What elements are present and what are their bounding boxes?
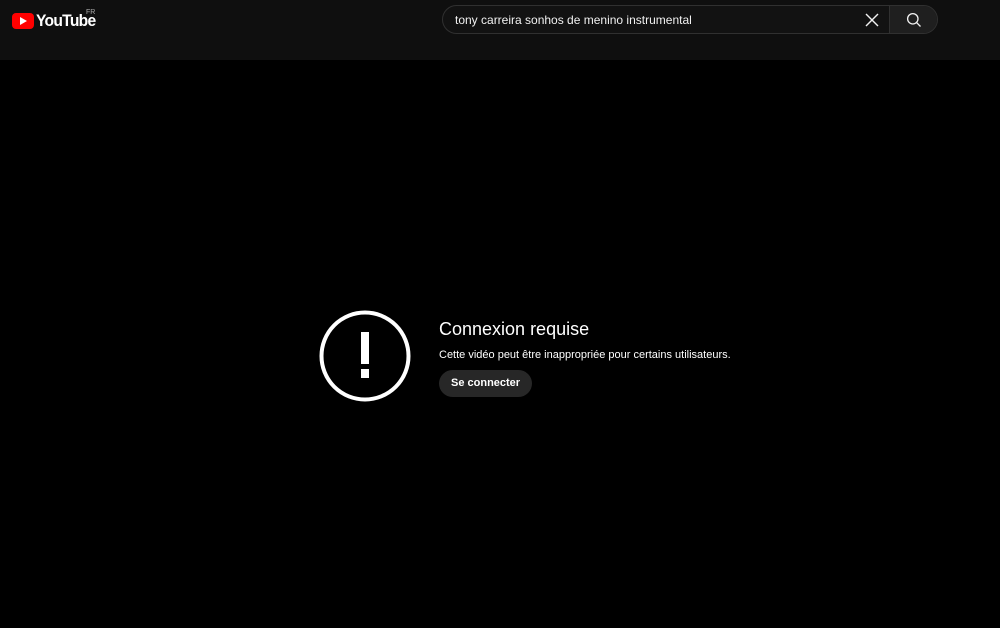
- error-message: Cette vidéo peut être inappropriée pour …: [439, 349, 731, 361]
- clear-search-button[interactable]: [855, 6, 889, 33]
- error-title: Connexion requise: [439, 319, 590, 339]
- playability-error: Connexion requise Cette vidéo peut être …: [319, 310, 759, 402]
- masthead: YouTube FR: [0, 0, 1000, 60]
- search-icon: [906, 12, 921, 27]
- sign-in-button[interactable]: Se connecter: [439, 370, 533, 397]
- play-logo-icon: [12, 13, 34, 29]
- region-code: FR: [86, 9, 96, 16]
- search-box: [442, 5, 938, 34]
- search-button[interactable]: [889, 6, 937, 33]
- close-icon: [865, 13, 879, 26]
- alert-circle-icon: [319, 310, 411, 402]
- error-text: Connexion requise Cette vidéo peut être …: [439, 318, 731, 397]
- search-input[interactable]: [443, 6, 855, 33]
